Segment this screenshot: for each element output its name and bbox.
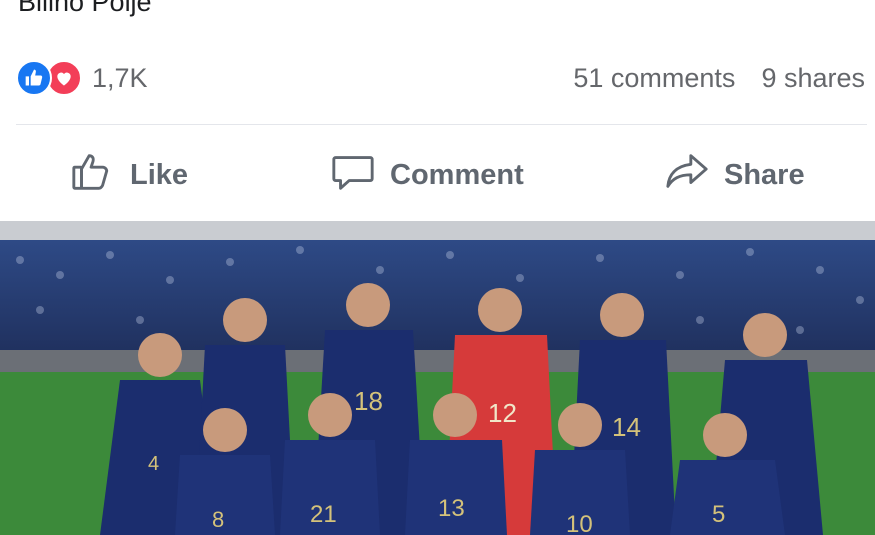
post-title: Bilino Polje bbox=[18, 0, 152, 17]
stadium-crowd bbox=[0, 240, 875, 360]
team-photo-illustration: 4 18 12 14 8 21 13 10 5 bbox=[0, 240, 875, 535]
like-button[interactable]: Like bbox=[70, 145, 188, 205]
comment-button[interactable]: Comment bbox=[330, 145, 524, 205]
jersey-number: 4 bbox=[148, 453, 159, 475]
jersey-number: 10 bbox=[566, 511, 593, 535]
share-arrow-icon bbox=[664, 148, 710, 202]
shares-count-link[interactable]: 9 shares bbox=[761, 60, 865, 96]
reactions-summary[interactable]: 1,7K bbox=[16, 60, 148, 96]
jersey-number: 14 bbox=[612, 412, 641, 442]
post-action-bar: Like Comment Share bbox=[0, 145, 875, 205]
jersey-number: 13 bbox=[438, 495, 465, 522]
jersey-number: 12 bbox=[488, 398, 517, 428]
reaction-count: 1,7K bbox=[92, 62, 148, 93]
like-reaction-icon bbox=[16, 60, 52, 96]
like-button-label: Like bbox=[130, 158, 189, 191]
divider bbox=[16, 124, 867, 125]
comments-count-link[interactable]: 51 comments bbox=[573, 60, 735, 96]
comment-button-label: Comment bbox=[390, 158, 524, 191]
post-photo[interactable]: 4 18 12 14 8 21 13 10 5 bbox=[0, 240, 875, 535]
jersey-number: 21 bbox=[310, 501, 337, 528]
share-button-label: Share bbox=[724, 158, 805, 191]
jersey-number: 18 bbox=[354, 386, 383, 416]
thumbs-up-icon bbox=[70, 148, 116, 202]
reaction-stats-row: 1,7K 51 comments 9 shares bbox=[0, 56, 875, 100]
jersey-number: 8 bbox=[212, 507, 224, 532]
post-separator bbox=[0, 221, 875, 240]
speech-bubble-icon bbox=[330, 148, 376, 202]
share-button[interactable]: Share bbox=[664, 145, 805, 205]
jersey-number: 5 bbox=[712, 501, 725, 528]
